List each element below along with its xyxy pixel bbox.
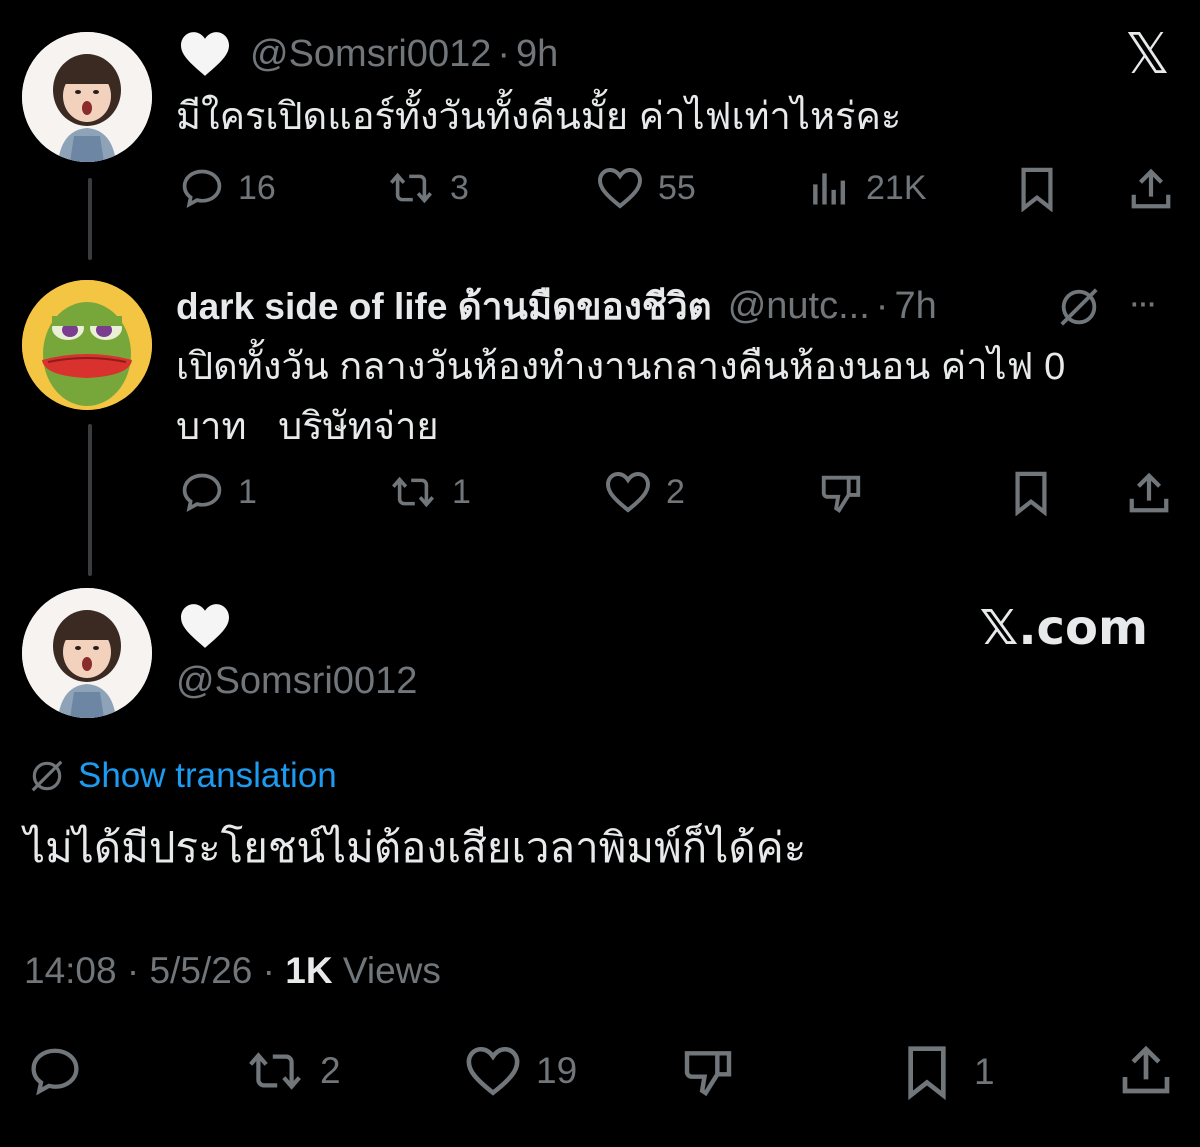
tweet2-handle[interactable]: @nutc... — [728, 285, 870, 328]
main-downvote-button[interactable] — [680, 1044, 736, 1100]
main-like-button[interactable]: 19 — [464, 1044, 577, 1098]
heart-outline-icon — [597, 167, 643, 209]
main-repost-count: 2 — [320, 1050, 341, 1091]
tweet2-time[interactable]: 7h — [894, 285, 936, 328]
tweet1-separator: · — [497, 32, 510, 75]
main-like-count: 19 — [536, 1050, 578, 1091]
tweet1-views-button[interactable]: 21K — [808, 166, 927, 210]
main-views-label: Views — [342, 950, 441, 991]
repost-icon — [390, 172, 432, 204]
tweet1-repost-button[interactable]: 3 — [386, 166, 469, 210]
show-translation-label: Show translation — [78, 756, 337, 795]
tweet1-header: @Somsri0012 · 9h — [178, 28, 558, 80]
tweet2-share-button[interactable] — [1126, 470, 1172, 516]
main-repost-button[interactable]: 2 — [244, 1044, 341, 1098]
bookmark-icon — [1015, 471, 1047, 516]
thumbs-down-icon — [821, 475, 861, 513]
main-share-button[interactable] — [1118, 1042, 1174, 1098]
bookmark-icon — [1021, 167, 1053, 212]
reply-icon — [31, 1048, 79, 1096]
tweet2-downvote-button[interactable] — [818, 470, 864, 516]
reply-icon — [182, 473, 222, 513]
avatar-somsri-main[interactable] — [22, 588, 152, 718]
thread-connector-line — [88, 178, 92, 260]
tweet1-repost-count: 3 — [450, 168, 469, 207]
tweet1-reply-count: 16 — [238, 168, 276, 207]
main-handle[interactable]: @Somsri0012 — [176, 660, 417, 703]
tweet1-bookmark-button[interactable] — [1016, 166, 1058, 212]
translate-globe-icon[interactable] — [1056, 284, 1102, 335]
thumbs-down-icon — [684, 1051, 732, 1097]
main-views-count: 1K — [285, 950, 333, 991]
main-display-name[interactable] — [178, 602, 232, 655]
translate-globe-icon — [31, 760, 63, 792]
heart-outline-icon — [466, 1046, 520, 1096]
frog-avatar-illustration — [22, 280, 152, 410]
x-com-watermark: 𝕏.com — [979, 600, 1148, 656]
share-icon — [1131, 168, 1171, 209]
main-bookmark-button[interactable]: 1 — [902, 1044, 995, 1100]
main-meta: 14:08 · 5/5/26 · 1K Views — [24, 950, 441, 992]
meta-separator: · — [262, 950, 275, 991]
tweet2-repost-count: 1 — [452, 472, 471, 511]
tweet1-like-button[interactable]: 55 — [596, 166, 696, 210]
show-translation-link[interactable]: Show translation — [28, 756, 337, 796]
white-heart-icon — [181, 604, 229, 648]
tweet2-reply-count: 1 — [238, 472, 257, 511]
tweet1-views-count: 21K — [866, 168, 927, 207]
repost-icon — [249, 1052, 301, 1090]
repost-icon — [392, 476, 434, 508]
share-icon — [1122, 1045, 1170, 1094]
main-date[interactable]: 5/5/26 — [149, 950, 252, 991]
x-logo[interactable]: 𝕏 — [1125, 22, 1170, 87]
reply-icon — [182, 169, 222, 209]
tweet2-text-line2: บาท บริษัทจ่าย — [176, 406, 439, 448]
tweet1-share-button[interactable] — [1128, 166, 1174, 212]
avatar-somsri[interactable] — [22, 32, 152, 162]
tweet1-text: มีใครเปิดแอร์ทั้งวันทั้งคืนมั้ย ค่าไฟเท่… — [176, 96, 902, 138]
more-options-button[interactable]: ··· — [1128, 282, 1158, 325]
tweet2-bookmark-button[interactable] — [1010, 470, 1052, 516]
tweet2-text-line1: เปิดทั้งวัน กลางวันห้องทำงานกลางคืนห้องน… — [176, 346, 1066, 388]
tweet2-separator: · — [875, 284, 889, 327]
thread-connector-line-2 — [88, 424, 92, 576]
girl-avatar-illustration — [22, 32, 152, 162]
heart-outline-icon — [605, 471, 651, 513]
tweet2-like-button[interactable]: 2 — [604, 470, 685, 514]
tweet1-time[interactable]: 9h — [516, 33, 558, 76]
tweet1-like-count: 55 — [658, 168, 696, 207]
tweet2-header: dark side of life ด้านมืดของชีวิต @nutc.… — [176, 280, 937, 332]
main-reply-button[interactable] — [28, 1044, 82, 1098]
tweet2-display-name[interactable]: dark side of life ด้านมืดของชีวิต — [176, 277, 712, 336]
share-icon — [1129, 472, 1169, 513]
tweet2-reply-button[interactable]: 1 — [180, 470, 257, 514]
tweet2-like-count: 2 — [666, 472, 685, 511]
views-chart-icon — [813, 173, 846, 205]
main-bookmark-count: 1 — [974, 1051, 995, 1092]
avatar-dark-side-of-life[interactable] — [22, 280, 152, 410]
main-tweet-text: ไม่ได้มีประโยชน์ไม่ต้องเสียเวลาพิมพ์ก็ได… — [24, 824, 807, 871]
meta-separator: · — [126, 950, 140, 991]
white-heart-icon — [181, 32, 229, 76]
tweet2-repost-button[interactable]: 1 — [388, 470, 471, 514]
girl-avatar-illustration — [22, 588, 152, 718]
tweet1-reply-button[interactable]: 16 — [180, 166, 276, 210]
bookmark-icon — [908, 1046, 946, 1100]
main-time[interactable]: 14:08 — [24, 950, 117, 991]
tweet1-handle[interactable]: @Somsri0012 — [250, 33, 491, 76]
